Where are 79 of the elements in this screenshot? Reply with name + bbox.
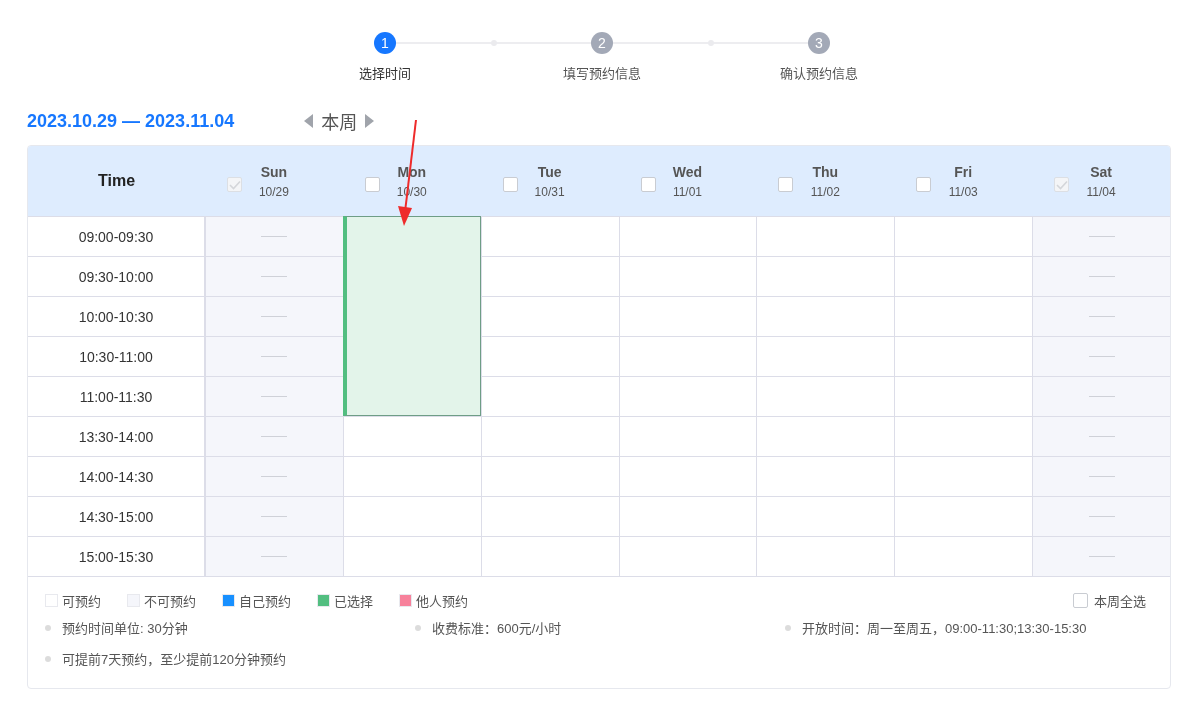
day-date: 10/31 (534, 184, 565, 199)
available-slot[interactable] (480, 296, 619, 336)
available-slot[interactable] (894, 256, 1033, 296)
legend-label: 已选择 (334, 593, 374, 610)
available-slot[interactable] (618, 496, 757, 536)
selected-slot[interactable] (342, 216, 481, 416)
day-date: 11/02 (810, 184, 840, 199)
day-checkbox[interactable] (364, 177, 380, 192)
week-range: 2023.10.29 — 2023.11.04 (27, 110, 235, 132)
available-slot[interactable] (618, 416, 757, 456)
available-slot[interactable] (894, 376, 1033, 416)
step-number: 2 (591, 32, 613, 54)
legend-label: 自己预约 (239, 593, 292, 610)
available-slot[interactable] (480, 536, 619, 576)
day-checkbox[interactable] (916, 177, 932, 192)
next-week-icon[interactable] (365, 114, 375, 128)
available-slot[interactable] (756, 416, 895, 456)
available-slot[interactable] (480, 336, 619, 376)
available-slot[interactable] (756, 536, 895, 576)
available-slot[interactable] (480, 216, 619, 256)
step-label: 确认预约信息 (780, 65, 858, 82)
day-date: 11/03 (948, 184, 978, 199)
day-checkbox[interactable] (640, 177, 656, 192)
day-date: 11/01 (672, 184, 703, 199)
available-slot[interactable] (618, 336, 757, 376)
legend-label: 他人预约 (416, 593, 469, 610)
available-slot[interactable] (756, 496, 895, 536)
day-name: Tue (537, 163, 562, 180)
previous-week-icon[interactable] (304, 114, 314, 128)
available-slot[interactable] (894, 216, 1033, 256)
available-slot[interactable] (618, 376, 757, 416)
available-slot[interactable] (342, 496, 481, 536)
available-slot[interactable] (342, 536, 481, 576)
day-name: Wed (672, 163, 703, 180)
available-slot[interactable] (342, 456, 481, 496)
day-checkbox[interactable] (778, 177, 794, 192)
available-slot[interactable] (756, 336, 895, 376)
available-slot[interactable] (480, 256, 619, 296)
available-slot[interactable] (618, 296, 757, 336)
day-name: Sat (1090, 163, 1112, 180)
step-number: 3 (808, 32, 830, 54)
time-heading: Time (97, 172, 136, 190)
available-slot[interactable] (894, 536, 1033, 576)
info-note: 收费标准：600元/小时 (432, 620, 562, 637)
available-slot[interactable] (894, 456, 1033, 496)
info-note: 预约时间单位: 30分钟 (62, 620, 188, 637)
info-note: 可提前7天预约，至少提前120分钟预约 (62, 651, 286, 668)
available-slot[interactable] (480, 456, 619, 496)
legend-label: 可预约 (62, 593, 101, 610)
available-slot[interactable] (756, 256, 895, 296)
info-note: 开放时间：周一至周五，09:00-11:30;13:30-15:30 (802, 620, 1087, 637)
available-slot[interactable] (480, 416, 619, 456)
available-slot[interactable] (894, 336, 1033, 376)
day-name: Fri (954, 163, 973, 180)
day-name: Thu (812, 163, 839, 180)
step-label: 选择时间 (359, 65, 411, 82)
day-checkbox[interactable] (502, 177, 518, 192)
available-slot[interactable] (894, 296, 1033, 336)
available-slot[interactable] (894, 496, 1033, 536)
legend-label: 不可预约 (144, 593, 197, 610)
available-slot[interactable] (618, 256, 757, 296)
step-label: 填写预约信息 (563, 65, 641, 82)
available-slot[interactable] (756, 376, 895, 416)
available-slot[interactable] (756, 216, 895, 256)
available-slot[interactable] (480, 496, 619, 536)
available-slot[interactable] (756, 296, 895, 336)
day-date: 11/04 (1086, 184, 1116, 199)
available-slot[interactable] (618, 216, 757, 256)
available-slot[interactable] (894, 416, 1033, 456)
step-number: 1 (374, 32, 396, 54)
day-name: Sun (260, 163, 288, 180)
available-slot[interactable] (342, 416, 481, 456)
available-slot[interactable] (480, 376, 619, 416)
select-all-checkbox[interactable]: 本周全选 (1073, 591, 1146, 610)
available-slot[interactable] (618, 536, 757, 576)
current-week-link[interactable]: 本周 (321, 108, 358, 134)
available-slot[interactable] (618, 456, 757, 496)
available-slot[interactable] (756, 456, 895, 496)
day-date: 10/29 (258, 184, 289, 199)
